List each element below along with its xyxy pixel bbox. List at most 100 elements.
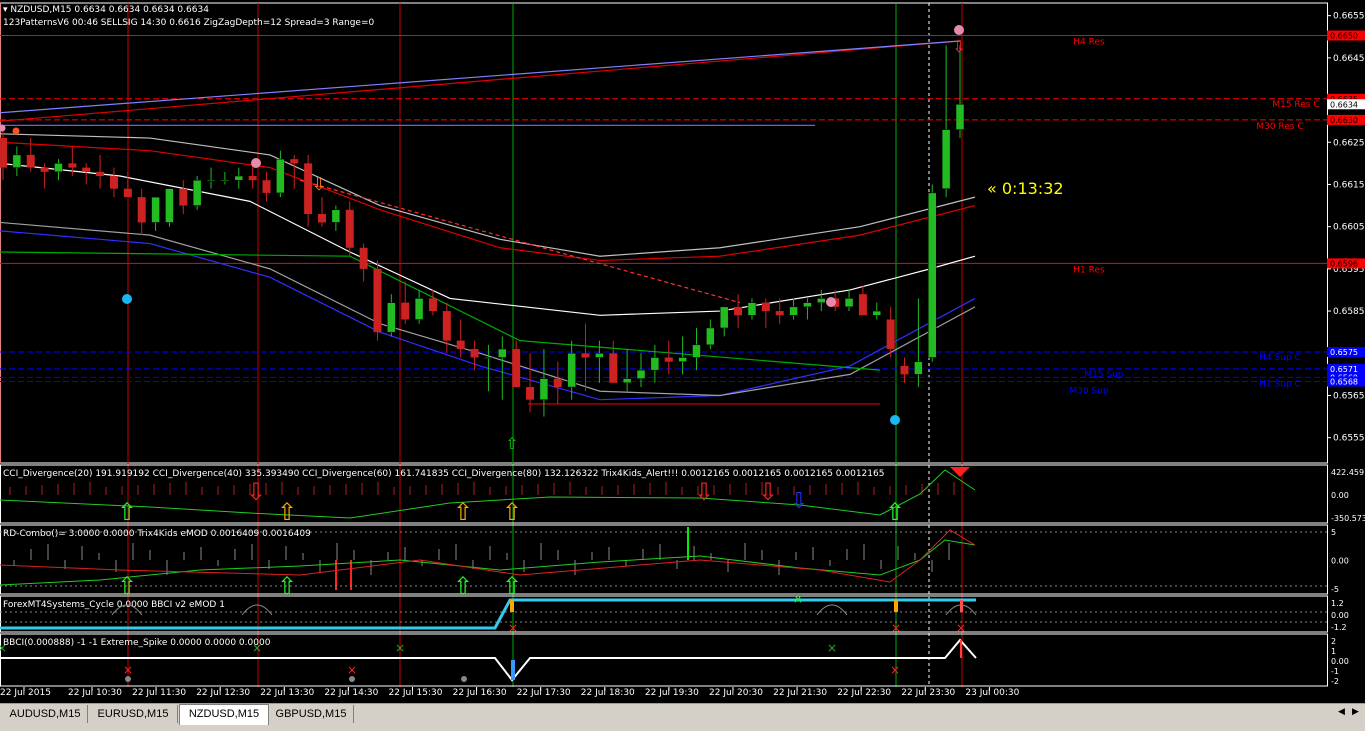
- level-label: H4 Sup C: [1259, 353, 1301, 363]
- candle-body: [248, 176, 257, 181]
- level-label: H1 Res: [1073, 265, 1105, 275]
- cycle-bar: [894, 600, 898, 612]
- candle-body: [664, 357, 673, 362]
- indicator-scale-label: -2: [1331, 677, 1339, 686]
- candle-body: [928, 192, 937, 358]
- candle-body: [553, 378, 562, 388]
- bbci-cross-icon: ×: [123, 663, 133, 677]
- time-axis-label: 22 Jul 16:30: [453, 688, 507, 698]
- tab-gbpusd-m15[interactable]: GBPUSD,M15: [269, 705, 354, 723]
- indicator-label: BBCI(0.000888) -1 -1 Extreme_Spike 0.000…: [3, 638, 271, 648]
- signal-dot: [12, 127, 20, 135]
- candle-body: [858, 294, 867, 316]
- candle-body: [26, 154, 35, 168]
- candle-body: [165, 188, 174, 223]
- tab-audusd-m15[interactable]: AUDUSD,M15: [3, 705, 88, 723]
- candle-body: [761, 302, 770, 312]
- price-tag-label: 0.6634: [1330, 100, 1358, 109]
- time-axis-label: 22 Jul 18:30: [581, 688, 635, 698]
- cci-up-arrow-icon: ⇧: [117, 498, 137, 526]
- level-label: M15 Sup: [1084, 370, 1123, 380]
- cycle-wave: [816, 604, 848, 616]
- level-label: M30 Res C: [1256, 122, 1303, 132]
- cci-down-arrow-icon: ⇩: [758, 478, 778, 506]
- candle-body: [581, 353, 590, 358]
- candle-body: [886, 319, 895, 350]
- candle-body: [706, 327, 715, 346]
- symbol-tab-bar: ◀ ▶ AUDUSD,M15 EURUSD,M15 NZDUSD,M15 GBPUSD…: [0, 703, 1365, 731]
- indicator-scale-label: 5: [1331, 528, 1336, 537]
- cycle-bar: [510, 600, 514, 612]
- candle-body: [484, 357, 493, 359]
- trading-chart[interactable]: 0.66550.66450.66350.66250.66150.66050.65…: [0, 0, 1365, 703]
- candle-body: [414, 298, 424, 320]
- candle-body: [151, 196, 160, 223]
- cci-down-arrow-icon: ⇩: [246, 478, 266, 506]
- candle-body: [650, 357, 660, 371]
- tab-scroll-right-icon[interactable]: ▶: [1352, 707, 1359, 717]
- cycle-cross-icon: ×: [793, 592, 803, 606]
- price-tag-label: 0.6596: [1330, 259, 1358, 268]
- candle-body: [137, 197, 146, 223]
- candle-body: [622, 378, 632, 384]
- cycle-cross-icon: ×: [891, 621, 901, 635]
- candle-body: [900, 365, 909, 375]
- bbci-cross-icon: ×: [395, 641, 405, 655]
- candle-body: [40, 167, 49, 172]
- signal-dot: [890, 415, 900, 425]
- signal-dot: [251, 158, 261, 168]
- price-tag-label: 0.6650: [1330, 31, 1358, 40]
- level-label: M15 Res C: [1272, 100, 1319, 110]
- time-axis-label: 22 Jul 22:30: [837, 688, 891, 698]
- candle-body: [498, 348, 507, 358]
- signal-dot: [122, 294, 132, 304]
- candle-body: [719, 306, 729, 329]
- time-axis-label: 22 Jul 20:30: [709, 688, 763, 698]
- time-axis-label: 22 Jul 11:30: [132, 688, 186, 698]
- tab-nzdusd-m15[interactable]: NZDUSD,M15: [179, 704, 269, 725]
- price-tick-label: 0.6605: [1333, 223, 1365, 233]
- moving-average-silver: [0, 133, 976, 257]
- candle-body: [526, 387, 535, 400]
- candle-body: [262, 180, 271, 193]
- price-tick-label: 0.6625: [1333, 138, 1365, 148]
- candle-body: [290, 159, 299, 164]
- tab-eurusd-m15[interactable]: EURUSD,M15: [89, 705, 178, 723]
- candle-body: [567, 353, 576, 388]
- time-axis-label: 22 Jul 13:30: [260, 688, 314, 698]
- candle-body: [844, 298, 854, 308]
- candle-body: [12, 154, 22, 168]
- price-tag-label: 0.6568: [1330, 378, 1358, 387]
- level-label: M30 Sup: [1069, 387, 1108, 397]
- price-tick-label: 0.6655: [1333, 12, 1365, 22]
- rd-combo-line-green: [0, 539, 976, 586]
- candle-body: [692, 344, 701, 358]
- candle-body: [734, 306, 743, 316]
- candle-timer: « 0:13:32: [987, 179, 1064, 198]
- level-label: H1 Sup C: [1259, 379, 1301, 389]
- candle-body: [914, 361, 923, 375]
- time-axis-label: 22 Jul 14:30: [324, 688, 378, 698]
- candle-body: [817, 298, 826, 303]
- indicator-scale-label: 422.459: [1331, 468, 1364, 477]
- time-axis-label: 22 Jul 12:30: [196, 688, 250, 698]
- indicator-scale-label: 0.00: [1331, 491, 1349, 500]
- cycle-cross-icon: ×: [508, 621, 518, 635]
- candle-body: [442, 311, 451, 341]
- chart-symbol-header: ▾ NZDUSD,M15 0.6634 0.6634 0.6634 0.6634: [3, 5, 209, 15]
- candle-body: [803, 302, 812, 308]
- candle-body: [206, 179, 216, 182]
- rd-combo-up-arrow-icon: ⇧: [453, 572, 473, 600]
- cci-down-arrow-icon: ⇩: [790, 489, 808, 514]
- cci-up-arrow-icon: ⇧: [453, 498, 473, 526]
- sell-arrow-icon: ⇩: [952, 37, 965, 56]
- indicator-scale-label: 0.00: [1331, 657, 1349, 666]
- tab-scroll-left-icon[interactable]: ◀: [1338, 707, 1345, 717]
- candle-body: [82, 167, 91, 172]
- candle-body: [678, 357, 687, 362]
- time-axis-label: 22 Jul 2015: [0, 688, 51, 698]
- price-tag-label: 0.6630: [1330, 116, 1358, 125]
- cci-down-arrow-icon: ⇩: [694, 478, 714, 506]
- price-tick-label: 0.6565: [1333, 391, 1365, 401]
- candle-body: [747, 302, 757, 316]
